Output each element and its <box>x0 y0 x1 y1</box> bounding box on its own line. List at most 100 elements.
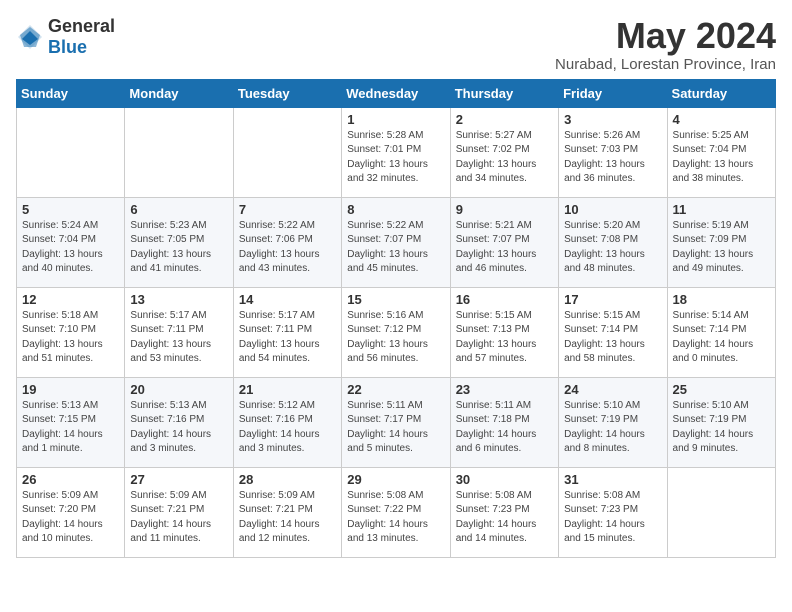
weekday-header-monday: Monday <box>125 79 233 107</box>
day-number: 4 <box>673 112 770 127</box>
day-number: 9 <box>456 202 553 217</box>
calendar-cell: 12 Sunrise: 5:18 AMSunset: 7:10 PMDaylig… <box>17 287 125 377</box>
day-info: Sunrise: 5:13 AMSunset: 7:16 PMDaylight:… <box>130 399 227 457</box>
calendar-cell: 13 Sunrise: 5:17 AMSunset: 7:11 PMDaylig… <box>125 287 233 377</box>
calendar-cell: 5 Sunrise: 5:24 AMSunset: 7:04 PMDayligh… <box>17 197 125 287</box>
day-number: 13 <box>130 292 227 307</box>
calendar-cell: 15 Sunrise: 5:16 AMSunset: 7:12 PMDaylig… <box>342 287 450 377</box>
calendar-cell: 28 Sunrise: 5:09 AMSunset: 7:21 PMDaylig… <box>233 467 341 557</box>
day-number: 18 <box>673 292 770 307</box>
logo: General Blue <box>16 16 115 58</box>
calendar-cell: 29 Sunrise: 5:08 AMSunset: 7:22 PMDaylig… <box>342 467 450 557</box>
calendar-cell: 17 Sunrise: 5:15 AMSunset: 7:14 PMDaylig… <box>559 287 667 377</box>
day-number: 26 <box>22 472 119 487</box>
location-subtitle: Nurabad, Lorestan Province, Iran <box>555 56 776 73</box>
calendar-cell: 7 Sunrise: 5:22 AMSunset: 7:06 PMDayligh… <box>233 197 341 287</box>
day-info: Sunrise: 5:09 AMSunset: 7:20 PMDaylight:… <box>22 489 119 547</box>
calendar-cell: 26 Sunrise: 5:09 AMSunset: 7:20 PMDaylig… <box>17 467 125 557</box>
day-number: 7 <box>239 202 336 217</box>
calendar-cell: 19 Sunrise: 5:13 AMSunset: 7:15 PMDaylig… <box>17 377 125 467</box>
day-info: Sunrise: 5:17 AMSunset: 7:11 PMDaylight:… <box>239 309 336 367</box>
day-info: Sunrise: 5:24 AMSunset: 7:04 PMDaylight:… <box>22 219 119 277</box>
page-header: General Blue May 2024 Nurabad, Lorestan … <box>16 16 776 73</box>
calendar-cell: 21 Sunrise: 5:12 AMSunset: 7:16 PMDaylig… <box>233 377 341 467</box>
calendar-week-row: 19 Sunrise: 5:13 AMSunset: 7:15 PMDaylig… <box>17 377 776 467</box>
day-number: 20 <box>130 382 227 397</box>
calendar-cell: 22 Sunrise: 5:11 AMSunset: 7:17 PMDaylig… <box>342 377 450 467</box>
day-number: 31 <box>564 472 661 487</box>
calendar-cell: 14 Sunrise: 5:17 AMSunset: 7:11 PMDaylig… <box>233 287 341 377</box>
logo-icon <box>16 23 44 51</box>
calendar-cell: 11 Sunrise: 5:19 AMSunset: 7:09 PMDaylig… <box>667 197 775 287</box>
day-info: Sunrise: 5:10 AMSunset: 7:19 PMDaylight:… <box>564 399 661 457</box>
day-info: Sunrise: 5:10 AMSunset: 7:19 PMDaylight:… <box>673 399 770 457</box>
day-number: 5 <box>22 202 119 217</box>
day-number: 24 <box>564 382 661 397</box>
day-number: 8 <box>347 202 444 217</box>
calendar-week-row: 12 Sunrise: 5:18 AMSunset: 7:10 PMDaylig… <box>17 287 776 377</box>
day-info: Sunrise: 5:14 AMSunset: 7:14 PMDaylight:… <box>673 309 770 367</box>
day-info: Sunrise: 5:28 AMSunset: 7:01 PMDaylight:… <box>347 129 444 187</box>
calendar-week-row: 1 Sunrise: 5:28 AMSunset: 7:01 PMDayligh… <box>17 107 776 197</box>
month-year-title: May 2024 <box>555 16 776 56</box>
day-info: Sunrise: 5:11 AMSunset: 7:17 PMDaylight:… <box>347 399 444 457</box>
calendar-cell <box>233 107 341 197</box>
day-info: Sunrise: 5:21 AMSunset: 7:07 PMDaylight:… <box>456 219 553 277</box>
day-info: Sunrise: 5:18 AMSunset: 7:10 PMDaylight:… <box>22 309 119 367</box>
calendar-cell: 18 Sunrise: 5:14 AMSunset: 7:14 PMDaylig… <box>667 287 775 377</box>
calendar-table: SundayMondayTuesdayWednesdayThursdayFrid… <box>16 79 776 558</box>
logo-text: General Blue <box>48 16 115 58</box>
day-number: 16 <box>456 292 553 307</box>
day-number: 10 <box>564 202 661 217</box>
weekday-header-wednesday: Wednesday <box>342 79 450 107</box>
day-number: 27 <box>130 472 227 487</box>
calendar-cell: 20 Sunrise: 5:13 AMSunset: 7:16 PMDaylig… <box>125 377 233 467</box>
title-block: May 2024 Nurabad, Lorestan Province, Ira… <box>555 16 776 73</box>
calendar-cell: 3 Sunrise: 5:26 AMSunset: 7:03 PMDayligh… <box>559 107 667 197</box>
calendar-cell: 25 Sunrise: 5:10 AMSunset: 7:19 PMDaylig… <box>667 377 775 467</box>
day-info: Sunrise: 5:15 AMSunset: 7:13 PMDaylight:… <box>456 309 553 367</box>
day-info: Sunrise: 5:08 AMSunset: 7:23 PMDaylight:… <box>456 489 553 547</box>
day-info: Sunrise: 5:20 AMSunset: 7:08 PMDaylight:… <box>564 219 661 277</box>
day-number: 2 <box>456 112 553 127</box>
day-info: Sunrise: 5:13 AMSunset: 7:15 PMDaylight:… <box>22 399 119 457</box>
calendar-cell: 24 Sunrise: 5:10 AMSunset: 7:19 PMDaylig… <box>559 377 667 467</box>
day-info: Sunrise: 5:23 AMSunset: 7:05 PMDaylight:… <box>130 219 227 277</box>
day-number: 19 <box>22 382 119 397</box>
day-number: 3 <box>564 112 661 127</box>
calendar-cell <box>17 107 125 197</box>
logo-blue: Blue <box>48 37 87 57</box>
day-info: Sunrise: 5:11 AMSunset: 7:18 PMDaylight:… <box>456 399 553 457</box>
day-info: Sunrise: 5:19 AMSunset: 7:09 PMDaylight:… <box>673 219 770 277</box>
calendar-cell: 6 Sunrise: 5:23 AMSunset: 7:05 PMDayligh… <box>125 197 233 287</box>
day-info: Sunrise: 5:09 AMSunset: 7:21 PMDaylight:… <box>239 489 336 547</box>
calendar-cell: 27 Sunrise: 5:09 AMSunset: 7:21 PMDaylig… <box>125 467 233 557</box>
day-number: 17 <box>564 292 661 307</box>
day-info: Sunrise: 5:25 AMSunset: 7:04 PMDaylight:… <box>673 129 770 187</box>
day-number: 25 <box>673 382 770 397</box>
day-info: Sunrise: 5:08 AMSunset: 7:23 PMDaylight:… <box>564 489 661 547</box>
day-info: Sunrise: 5:17 AMSunset: 7:11 PMDaylight:… <box>130 309 227 367</box>
calendar-cell <box>125 107 233 197</box>
calendar-cell <box>667 467 775 557</box>
weekday-header-thursday: Thursday <box>450 79 558 107</box>
calendar-cell: 1 Sunrise: 5:28 AMSunset: 7:01 PMDayligh… <box>342 107 450 197</box>
day-number: 6 <box>130 202 227 217</box>
day-info: Sunrise: 5:12 AMSunset: 7:16 PMDaylight:… <box>239 399 336 457</box>
day-number: 1 <box>347 112 444 127</box>
day-number: 15 <box>347 292 444 307</box>
calendar-week-row: 5 Sunrise: 5:24 AMSunset: 7:04 PMDayligh… <box>17 197 776 287</box>
day-info: Sunrise: 5:08 AMSunset: 7:22 PMDaylight:… <box>347 489 444 547</box>
day-info: Sunrise: 5:09 AMSunset: 7:21 PMDaylight:… <box>130 489 227 547</box>
day-info: Sunrise: 5:22 AMSunset: 7:06 PMDaylight:… <box>239 219 336 277</box>
calendar-cell: 23 Sunrise: 5:11 AMSunset: 7:18 PMDaylig… <box>450 377 558 467</box>
calendar-cell: 8 Sunrise: 5:22 AMSunset: 7:07 PMDayligh… <box>342 197 450 287</box>
day-info: Sunrise: 5:26 AMSunset: 7:03 PMDaylight:… <box>564 129 661 187</box>
calendar-cell: 10 Sunrise: 5:20 AMSunset: 7:08 PMDaylig… <box>559 197 667 287</box>
weekday-header-saturday: Saturday <box>667 79 775 107</box>
calendar-cell: 30 Sunrise: 5:08 AMSunset: 7:23 PMDaylig… <box>450 467 558 557</box>
calendar-week-row: 26 Sunrise: 5:09 AMSunset: 7:20 PMDaylig… <box>17 467 776 557</box>
calendar-cell: 31 Sunrise: 5:08 AMSunset: 7:23 PMDaylig… <box>559 467 667 557</box>
day-number: 11 <box>673 202 770 217</box>
day-number: 23 <box>456 382 553 397</box>
